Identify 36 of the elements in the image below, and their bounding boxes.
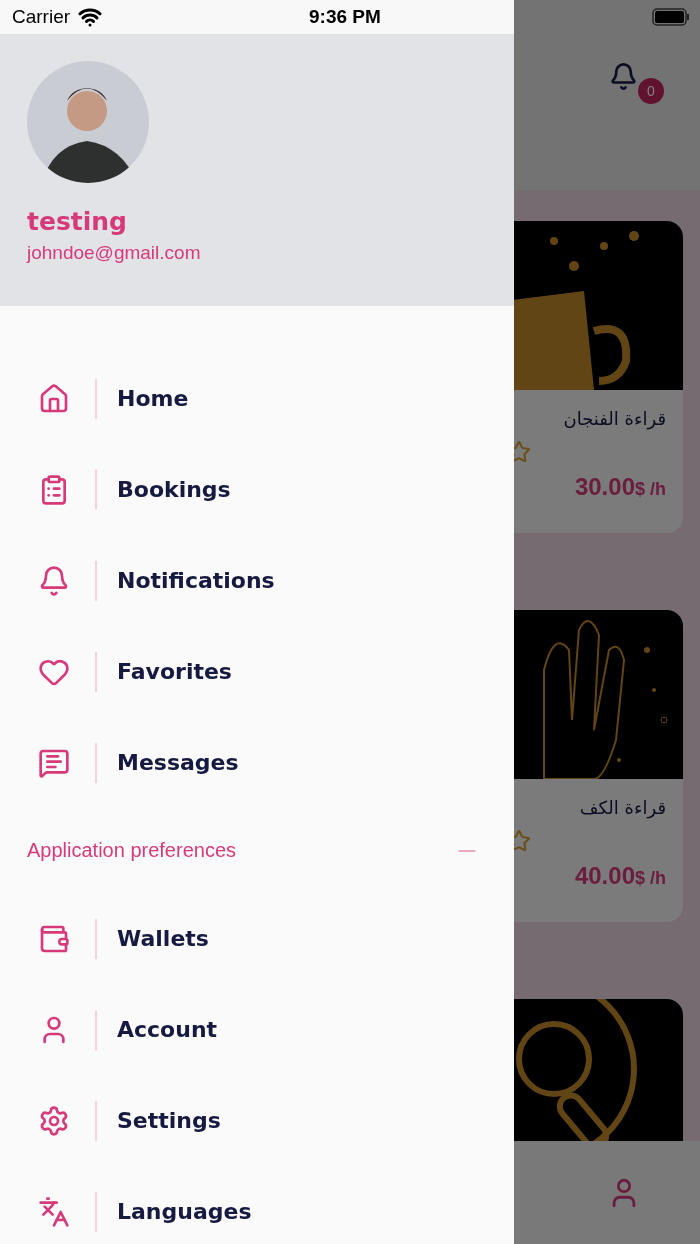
menu-icon (38, 564, 70, 597)
menu-item[interactable]: Account (0, 984, 514, 1075)
service-price: 30.00$ /h (574, 473, 666, 501)
menu-label: Wallets (117, 926, 209, 951)
menu-icon (38, 1195, 70, 1228)
star-icon (514, 829, 531, 853)
menu-item[interactable]: Home (0, 353, 514, 444)
menu-label: Notifications (117, 568, 275, 593)
service-price: 40.00$ /h (574, 862, 666, 890)
service-title: قراءة الكف (579, 797, 666, 818)
menu-label: Account (117, 1017, 218, 1042)
menu-label: Bookings (117, 477, 231, 502)
battery-icon (652, 8, 690, 26)
menu-item[interactable]: Wallets (0, 893, 514, 984)
status-time: 9:36 PM (309, 6, 381, 28)
menu-item[interactable]: Settings (0, 1075, 514, 1166)
menu-label: Favorites (117, 659, 232, 684)
profile-email: johndoe@gmail.com (27, 241, 201, 265)
section-title: Application preferences (27, 839, 236, 862)
star-icon (514, 440, 531, 464)
menu-icon (38, 1104, 70, 1137)
menu-label: Settings (117, 1108, 221, 1133)
menu-icon (38, 382, 70, 415)
menu-label: Messages (117, 750, 239, 775)
menu-item[interactable]: Favorites (0, 626, 514, 717)
menu-item[interactable]: Messages (0, 717, 514, 808)
bell-icon[interactable] (609, 62, 638, 91)
service-title: قراءة الفنجان (563, 408, 666, 429)
carrier-label: Carrier (12, 6, 71, 28)
notification-count: 0 (638, 78, 664, 104)
menu-label: Languages (117, 1199, 252, 1224)
menu-item[interactable]: Languages (0, 1166, 514, 1244)
profile-name: testing (27, 207, 127, 237)
menu-label: Home (117, 386, 189, 411)
menu-item[interactable]: Notifications (0, 535, 514, 626)
menu-item[interactable]: Bookings (0, 444, 514, 535)
